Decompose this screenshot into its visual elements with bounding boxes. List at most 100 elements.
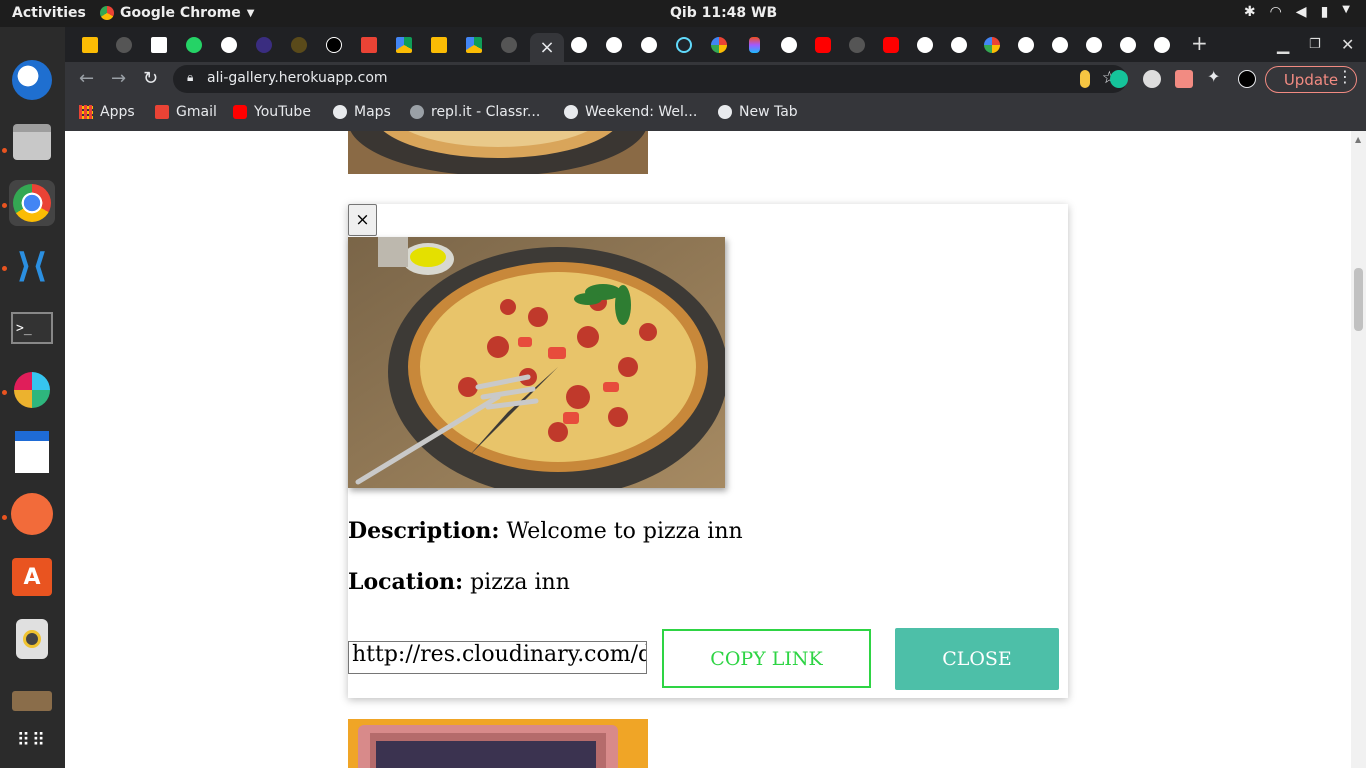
image-link-input[interactable]: http://res.cloudinary.com/dyoc [348,641,647,674]
slack-launcher[interactable] [9,367,55,413]
tab[interactable] [602,33,626,57]
clock[interactable]: Qib 11:48 WB [670,5,777,21]
whatsapp-icon [186,37,202,53]
bookmark-apps[interactable]: Apps [79,104,135,120]
browser-menu-icon[interactable]: ⋮ [1337,67,1353,86]
gallery-image-thumbnail[interactable] [348,719,648,768]
system-tray[interactable]: ✱ ◠ ◀ ▮ ▼ [1244,4,1350,20]
files-launcher[interactable] [9,119,55,165]
vscode-launcher[interactable]: ⟩⟨ [9,243,55,289]
tab[interactable] [707,33,731,57]
grammarly-icon[interactable] [1110,70,1128,88]
tab[interactable] [742,33,766,57]
tab[interactable] [497,33,521,57]
tab[interactable] [182,33,206,57]
running-indicator [2,515,7,520]
extension-icon[interactable] [1143,70,1161,88]
minimize-button[interactable]: ▁ [1277,35,1289,54]
tab[interactable] [1150,33,1174,57]
description-line: Description: Welcome to pizza inn [348,518,743,544]
scrollbar-thumb[interactable] [1354,268,1363,331]
url-text[interactable]: ali-gallery.herokuapp.com [207,70,388,86]
tab[interactable] [78,33,102,57]
lock-icon[interactable]: 🔒︎ [187,70,193,85]
tab[interactable] [112,33,136,57]
tab[interactable] [147,33,171,57]
tab[interactable] [777,33,801,57]
address-bar[interactable]: 🔒︎ ali-gallery.herokuapp.com ☆ [173,65,1127,93]
tab[interactable] [980,33,1004,57]
globe-icon [951,37,967,53]
rhythmbox-launcher[interactable] [9,616,55,662]
close-window-button[interactable]: ✕ [1341,35,1354,54]
location-label: Location: [348,569,464,595]
new-tab-button[interactable]: + [1191,31,1208,55]
tab[interactable] [462,33,486,57]
activities-button[interactable]: Activities [12,5,86,21]
globe-icon [917,37,933,53]
tab[interactable] [811,33,835,57]
forward-button[interactable]: → [111,68,126,89]
close-icon[interactable]: × [539,37,554,58]
modal-close-x-button[interactable]: × [348,204,377,236]
files-icon [13,124,51,160]
tab[interactable] [1048,33,1072,57]
tab[interactable] [913,33,937,57]
chrome-launcher[interactable] [9,180,55,226]
globe-icon [564,105,578,119]
postman-launcher[interactable] [9,491,55,537]
tab[interactable] [287,33,311,57]
terminal-launcher[interactable]: >_ [9,305,55,351]
maximize-button[interactable]: ❐ [1309,37,1321,52]
extension-icon[interactable] [1080,70,1090,88]
page-scrollbar[interactable]: ▲ [1351,131,1366,768]
archive-icon [12,691,52,711]
tab-active[interactable]: × [530,33,564,62]
slack-tray-icon[interactable]: ✱ [1244,4,1256,20]
tab[interactable] [879,33,903,57]
slack-icon [14,372,50,408]
writer-launcher[interactable] [9,429,55,475]
tab[interactable] [1082,33,1106,57]
app-menu[interactable]: Google Chrome ▼ [100,5,254,21]
tab[interactable] [672,33,696,57]
extensions-puzzle-icon[interactable]: ✦ [1207,67,1225,86]
gmail-icon [155,105,169,119]
software-launcher[interactable]: A [9,554,55,600]
hackerrank-icon [151,37,167,53]
tab[interactable] [637,33,661,57]
copy-link-button[interactable]: COPY LINK [662,629,871,688]
tab[interactable] [1116,33,1140,57]
bookmark-label: YouTube [254,104,311,120]
thunderbird-launcher[interactable] [9,57,55,103]
globe-icon [333,105,347,119]
bookmark-maps[interactable]: Maps [333,104,391,120]
close-button[interactable]: CLOSE [895,628,1059,690]
profile-avatar[interactable] [1238,70,1256,88]
tab[interactable] [567,33,591,57]
tab[interactable] [427,33,451,57]
thunderbird-icon [12,60,52,100]
back-button[interactable]: ← [79,68,94,89]
tab[interactable] [357,33,381,57]
tab[interactable] [1014,33,1038,57]
bookmark-gmail[interactable]: Gmail [155,104,217,120]
keep-icon [431,37,447,53]
github-icon [116,37,132,53]
bookmark-weekend[interactable]: Weekend: Wel... [564,104,697,120]
tab[interactable] [217,33,241,57]
bookmark-youtube[interactable]: YouTube [233,104,311,120]
show-apps-button[interactable]: ⠿⠿ [9,717,55,763]
bookmark-new-tab[interactable]: New Tab [718,104,798,120]
screencast-icon[interactable] [1175,70,1193,88]
tab[interactable] [392,33,416,57]
keep-icon [82,37,98,53]
bookmark-replit[interactable]: repl.it - Classr... [410,104,540,120]
reload-button[interactable]: ↻ [143,68,158,89]
tab[interactable] [947,33,971,57]
scroll-up-arrow-icon[interactable]: ▲ [1355,135,1361,144]
tab[interactable] [252,33,276,57]
tab[interactable] [845,33,869,57]
gallery-image-thumbnail[interactable] [348,131,648,174]
tab[interactable] [322,33,346,57]
